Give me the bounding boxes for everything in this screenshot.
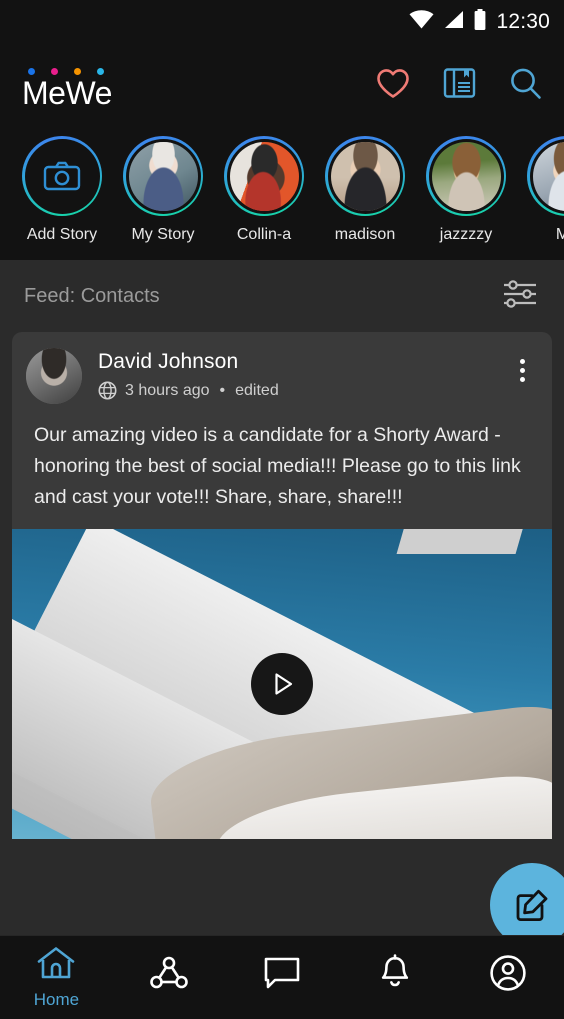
avatar [229, 141, 299, 211]
bell-icon [376, 954, 414, 997]
battery-icon [473, 9, 487, 35]
story-label: Add Story [26, 226, 98, 243]
nav-item-chats[interactable] [226, 936, 339, 1019]
avatar [128, 141, 198, 211]
post-author-block: David Johnson 3 hours ago • edited [98, 348, 506, 400]
kebab-menu-icon[interactable] [506, 350, 538, 390]
story-item-madison[interactable]: madison [325, 136, 405, 244]
nav-item-notifications[interactable] [338, 936, 451, 1019]
cellular-signal-icon [443, 10, 464, 34]
play-icon[interactable] [251, 653, 313, 715]
post-timestamp: 3 hours ago [125, 381, 210, 399]
meta-separator: • [219, 381, 226, 399]
mewe-logo[interactable]: MeWe [22, 57, 112, 109]
post-header: David Johnson 3 hours ago • edited [12, 332, 552, 404]
story-label: Mo [555, 226, 564, 243]
stories-carousel[interactable]: Add Story My Story Collin-a madison jazz… [0, 122, 564, 260]
avatar[interactable] [26, 348, 82, 404]
nav-item-profile[interactable] [451, 936, 564, 1019]
app-screen: 12:30 MeWe Add Story My Story Collin-a m… [0, 0, 564, 1019]
story-label: jazzzzy [439, 226, 493, 243]
logo-dots [22, 68, 112, 75]
stories-list: Add Story My Story Collin-a madison jazz… [0, 122, 564, 244]
search-icon[interactable] [509, 67, 542, 100]
feed-filter-bar: Feed: Contacts [0, 260, 564, 332]
post-body-text: Our amazing video is a candidate for a S… [34, 424, 521, 508]
story-label: Collin-a [236, 226, 292, 243]
story-label: madison [334, 226, 396, 243]
story-item-mo[interactable]: Mo [527, 136, 564, 244]
camera-icon [28, 142, 97, 211]
story-item-collin-a[interactable]: Collin-a [224, 136, 304, 244]
logo-dot-magenta [51, 68, 58, 75]
story-item-my-story[interactable]: My Story [123, 136, 203, 244]
logo-dot-cyan [97, 68, 104, 75]
wifi-icon [409, 10, 434, 34]
nav-label-home: Home [33, 990, 80, 1009]
story-label: My Story [131, 226, 195, 243]
compose-edit-icon[interactable] [490, 863, 564, 935]
header-actions [376, 67, 542, 100]
logo-dot-orange [74, 68, 81, 75]
story-item-jazzzzy[interactable]: jazzzzy [426, 136, 506, 244]
logo-wordmark: MeWe [22, 75, 112, 111]
story-ring [123, 136, 203, 216]
avatar [431, 141, 501, 211]
post-meta: 3 hours ago • edited [98, 381, 506, 400]
nav-item-groups[interactable] [113, 936, 226, 1019]
groups-network-icon [148, 954, 190, 997]
chat-bubble-icon [262, 954, 302, 997]
avatar [330, 141, 400, 211]
nav-item-home[interactable]: Home [0, 936, 113, 1019]
status-bar-clock: 12:30 [496, 10, 550, 33]
post-media-video[interactable] [12, 529, 552, 839]
story-ring [325, 136, 405, 216]
story-item-add-story[interactable]: Add Story [22, 136, 102, 244]
story-ring [426, 136, 506, 216]
bottom-navigation: Home [0, 935, 564, 1019]
globe-icon [98, 381, 117, 400]
sliders-filter-icon[interactable] [502, 279, 538, 314]
feed-area: David Johnson 3 hours ago • edited Our a… [0, 332, 564, 935]
story-ring [527, 136, 564, 216]
post-card: David Johnson 3 hours ago • edited Our a… [12, 332, 552, 839]
feed-filter-label[interactable]: Feed: Contacts [24, 285, 160, 308]
home-icon [36, 945, 76, 986]
post-edited-label: edited [235, 381, 279, 399]
app-header: MeWe [0, 44, 564, 122]
logo-dot-blue [28, 68, 35, 75]
journal-icon[interactable] [443, 67, 476, 99]
post-author-name[interactable]: David Johnson [98, 350, 506, 374]
favorites-heart-icon[interactable] [376, 68, 410, 99]
status-bar: 12:30 [0, 0, 564, 44]
media-structure-notch [396, 529, 525, 554]
story-ring [22, 136, 102, 216]
story-ring [224, 136, 304, 216]
avatar [532, 141, 564, 211]
user-circle-icon [488, 953, 528, 998]
